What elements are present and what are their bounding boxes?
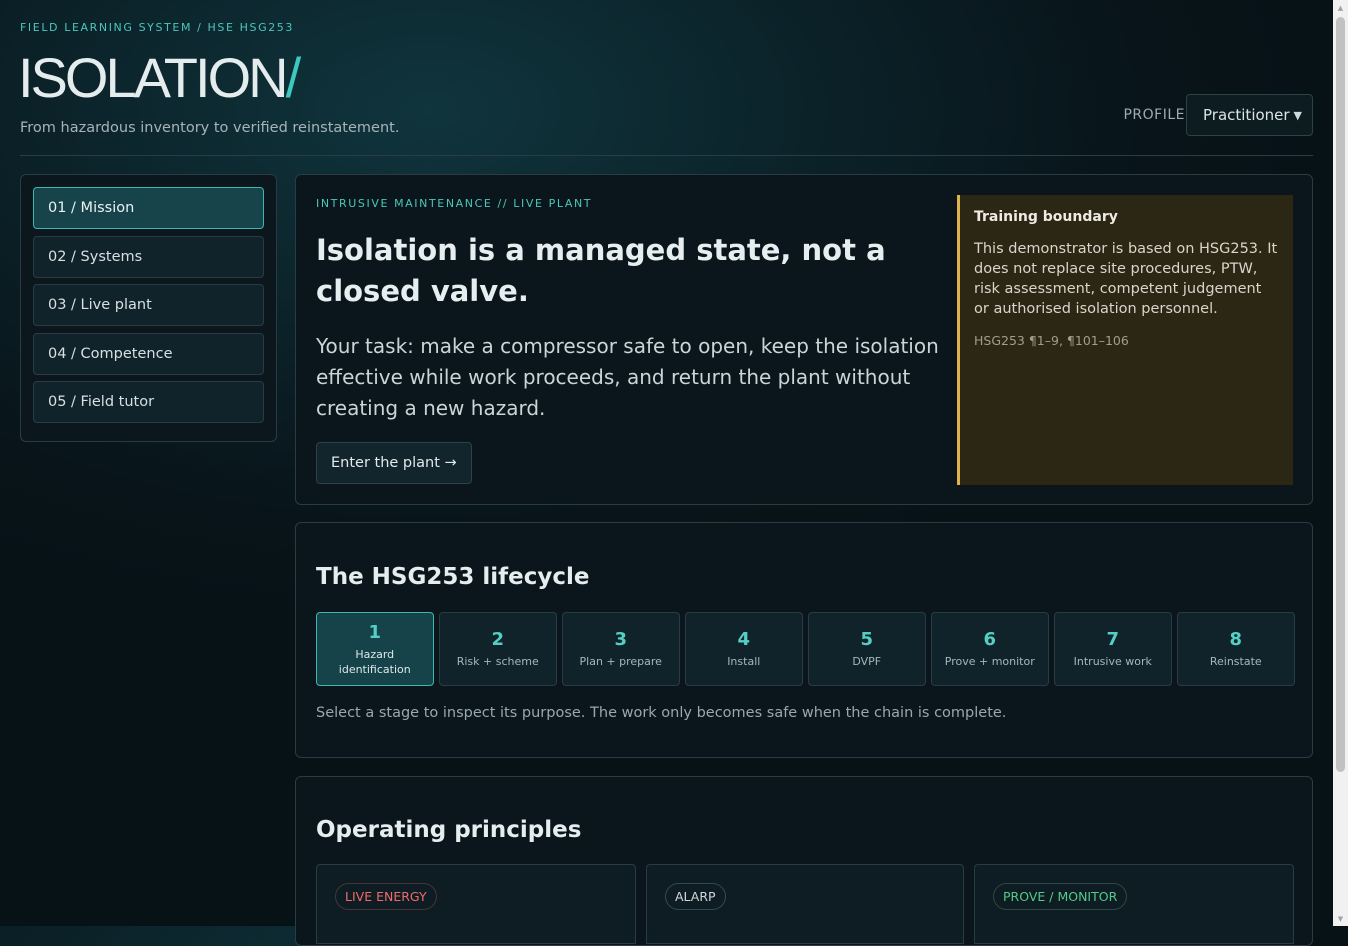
stage-1-button[interactable]: 1 Hazard identification xyxy=(316,612,434,686)
page: FIELD LEARNING SYSTEM / HSE HSG253 ISOLA… xyxy=(18,0,1313,946)
stage-label: Prove + monitor xyxy=(944,655,1035,668)
header-divider xyxy=(20,155,1313,156)
sidebar-item-systems[interactable]: 02 / Systems xyxy=(33,235,264,278)
stage-number: 3 xyxy=(614,629,628,650)
stage-number: 7 xyxy=(1106,629,1120,650)
sidebar-item-live-plant[interactable]: 03 / Live plant xyxy=(33,284,264,326)
stage-2-button[interactable]: 2 Risk + scheme xyxy=(439,612,557,686)
page-scrollbar[interactable]: ▲ ▼ xyxy=(1333,0,1348,926)
sidebar-nav: 01 / Mission 02 / Systems 03 / Live plan… xyxy=(20,174,277,442)
lifecycle-title: The HSG253 lifecycle xyxy=(316,564,590,590)
principles-title: Operating principles xyxy=(316,817,582,843)
sidebar-item-field-tutor[interactable]: 05 / Field tutor xyxy=(33,381,264,423)
tagline: From hazardous inventory to verified rei… xyxy=(20,120,400,136)
stage-number: 1 xyxy=(368,621,382,643)
lifecycle-panel: The HSG253 lifecycle 1 Hazard identificat… xyxy=(295,522,1313,758)
principles-panel: Operating principles LIVE ENERGY ALARP P… xyxy=(295,776,1313,946)
principle-card-alarp: ALARP xyxy=(646,864,964,944)
scrollbar-thumb[interactable] xyxy=(1336,17,1345,772)
stage-label: DVPF xyxy=(852,655,882,668)
stage-8-button[interactable]: 8 Reinstate xyxy=(1177,612,1295,686)
stage-label: Reinstate xyxy=(1209,655,1262,668)
brand-text: ISOLATION xyxy=(18,46,289,109)
principle-tag: ALARP xyxy=(665,883,726,910)
profile-control: PROFILE Practitioner ▼ xyxy=(1123,94,1313,136)
mission-title: Isolation is a managed state, not a clos… xyxy=(316,233,886,308)
mission-panel: INTRUSIVE MAINTENANCE // LIVE PLANT Isol… xyxy=(295,174,1313,505)
brand-title: ISOLATION/ xyxy=(18,46,301,110)
profile-label: PROFILE xyxy=(1123,107,1185,123)
stage-7-button[interactable]: 7 Intrusive work xyxy=(1054,612,1172,686)
stage-number: 8 xyxy=(1229,629,1243,650)
stage-label: Risk + scheme xyxy=(456,655,539,668)
boundary-title: Training boundary xyxy=(974,209,1118,225)
lifecycle-stages: 1 Hazard identification 2 Risk + scheme 3 P… xyxy=(316,612,1295,686)
scroll-down-icon[interactable]: ▼ xyxy=(1333,911,1348,926)
stage-3-button[interactable]: 3 Plan + prepare xyxy=(562,612,680,686)
boundary-body: This demonstrator is based on HSG253. It… xyxy=(974,241,1278,317)
lifecycle-hint: Select a stage to inspect its purpose. T… xyxy=(316,705,1007,721)
stage-label: Install xyxy=(727,655,761,668)
principle-card-prove-monitor: PROVE / MONITOR xyxy=(974,864,1294,944)
eyebrow: FIELD LEARNING SYSTEM / HSE HSG253 xyxy=(20,21,295,34)
stage-6-button[interactable]: 6 Prove + monitor xyxy=(931,612,1049,686)
chevron-down-icon: ▼ xyxy=(1293,108,1302,122)
sidebar-item-competence[interactable]: 04 / Competence xyxy=(33,332,264,375)
stage-number: 2 xyxy=(491,629,505,650)
sidebar-item-mission[interactable]: 01 / Mission xyxy=(33,187,264,229)
stage-number: 6 xyxy=(983,629,997,650)
profile-select[interactable]: Practitioner ▼ xyxy=(1186,94,1313,136)
mission-lede: Your task: make a compressor safe to ope… xyxy=(316,334,939,420)
training-boundary-callout: Training boundary This demonstrator is b… xyxy=(957,195,1293,485)
stage-number: 4 xyxy=(737,629,751,650)
stage-4-button[interactable]: 4 Install xyxy=(685,612,803,686)
principle-tag: PROVE / MONITOR xyxy=(993,883,1128,910)
principle-tag: LIVE ENERGY xyxy=(335,883,437,910)
stage-label: Hazard identification xyxy=(338,647,411,676)
stage-label: Intrusive work xyxy=(1073,655,1152,668)
brand-slash: / xyxy=(285,46,301,109)
stage-number: 5 xyxy=(860,629,874,650)
profile-select-value: Practitioner xyxy=(1203,106,1290,124)
principle-cards: LIVE ENERGY ALARP PROVE / MONITOR xyxy=(316,864,1294,944)
scroll-up-icon[interactable]: ▲ xyxy=(1333,0,1348,15)
boundary-reference: HSG253 ¶1–9, ¶101–106 xyxy=(974,333,1129,348)
mission-kicker: INTRUSIVE MAINTENANCE // LIVE PLANT xyxy=(316,197,593,210)
stage-label: Plan + prepare xyxy=(579,655,662,668)
stage-5-button[interactable]: 5 DVPF xyxy=(808,612,926,686)
enter-plant-button[interactable]: Enter the plant → xyxy=(316,442,472,484)
principle-card-live-energy: LIVE ENERGY xyxy=(316,864,636,944)
